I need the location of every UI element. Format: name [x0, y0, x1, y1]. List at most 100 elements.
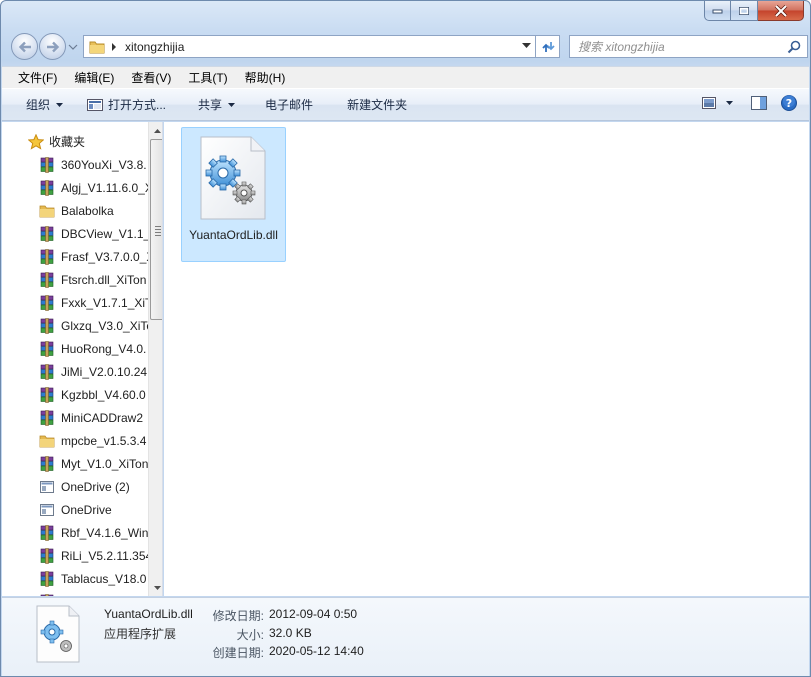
favorites-header[interactable]: 收藏夹	[28, 133, 85, 150]
forward-arrow-icon	[46, 41, 59, 52]
size-label: 大小:	[236, 628, 264, 642]
nav-item[interactable]: Glxzq_V3.0_XiTo	[39, 314, 149, 337]
menu-help[interactable]: 帮助(H)	[237, 69, 295, 86]
modified-value: 2012-09-04 0:50	[269, 607, 358, 621]
winrar-archive-icon	[39, 340, 55, 357]
nav-item[interactable]: OneDrive (2)	[39, 475, 149, 498]
winrar-archive-icon	[39, 271, 55, 288]
view-controls: ?	[688, 95, 797, 111]
preview-pane-button[interactable]	[751, 96, 767, 110]
menu-edit[interactable]: 编辑(E)	[66, 69, 123, 86]
scrollbar-grip	[155, 226, 161, 238]
organize-button[interactable]: 组织	[16, 93, 73, 117]
share-label: 共享	[198, 98, 223, 112]
nav-item-label: DBCView_V1.1_	[61, 226, 149, 241]
file-list[interactable]: YuantaOrdLib.dll	[164, 122, 809, 596]
nav-item[interactable]: Fxxk_V1.7.1_XiT	[39, 291, 149, 314]
winrar-archive-icon	[39, 248, 55, 265]
menu-bar: 文件(F) 编辑(E) 查看(V) 工具(T) 帮助(H)	[2, 66, 809, 88]
address-row: xitongzhijia	[9, 31, 808, 61]
nav-item-label: Ftsrch.dll_XiTon	[61, 272, 147, 287]
nav-item[interactable]: mpcbe_v1.5.3.4	[39, 429, 149, 452]
nav-item[interactable]: JiMi_V2.0.10.24	[39, 360, 149, 383]
winrar-archive-icon	[39, 524, 55, 541]
folder-icon	[89, 41, 105, 53]
refresh-button[interactable]	[536, 35, 560, 58]
nav-item[interactable]: Kgzbbl_V4.60.0	[39, 383, 149, 406]
close-button[interactable]	[758, 1, 804, 21]
shortcut-window-icon	[39, 479, 55, 495]
vertical-scrollbar[interactable]	[148, 122, 162, 596]
email-label: 电子邮件	[265, 98, 314, 112]
nav-item-label: 360YouXi_V3.8.	[61, 157, 147, 172]
open-with-icon	[87, 98, 104, 111]
nav-item[interactable]: Myt_V1.0_XiTon	[39, 452, 149, 475]
scroll-down-button[interactable]	[149, 579, 162, 596]
minimize-button[interactable]	[704, 1, 731, 21]
winrar-archive-icon	[39, 570, 55, 587]
refresh-icon	[541, 41, 555, 52]
details-file-name: YuantaOrdLib.dll	[104, 607, 193, 621]
nav-item[interactable]: DBCView_V1.1_	[39, 222, 149, 245]
star-icon	[28, 133, 44, 150]
address-dropdown-icon[interactable]	[522, 43, 531, 49]
nav-item-label: Glxzq_V3.0_XiTo	[61, 318, 149, 333]
new-folder-label: 新建文件夹	[347, 98, 408, 112]
nav-item[interactable]: MiniCADDraw2	[39, 406, 149, 429]
nav-item[interactable]: Rbf_V4.1.6_Win	[39, 521, 149, 544]
search-input[interactable]	[578, 39, 778, 54]
winrar-archive-icon	[39, 386, 55, 403]
nav-item[interactable]: RiLi_V5.2.11.354	[39, 544, 149, 567]
nav-item-label: Tablacus_V18.0	[61, 571, 147, 586]
search-icon[interactable]	[787, 40, 801, 54]
back-button[interactable]	[11, 33, 38, 60]
caption-buttons	[704, 1, 804, 21]
organize-label: 组织	[26, 98, 51, 112]
created-value: 2020-05-12 14:40	[269, 644, 364, 658]
winrar-archive-icon	[39, 363, 55, 380]
menu-tools[interactable]: 工具(T)	[180, 69, 236, 86]
new-folder-button[interactable]: 新建文件夹	[337, 93, 417, 117]
nav-item-label: Rbf_V4.1.6_Win	[61, 525, 149, 540]
nav-item-label: OneDrive (2)	[61, 479, 130, 494]
nav-item[interactable]: Frasf_V3.7.0.0_X	[39, 245, 149, 268]
search-box[interactable]	[569, 35, 808, 58]
size-value: 32.0 KB	[269, 626, 312, 640]
nav-item[interactable]: Balabolka	[39, 199, 149, 222]
maximize-button[interactable]	[731, 1, 758, 21]
svg-text:?: ?	[786, 97, 792, 110]
nav-item[interactable]: HuoRong_V4.0.	[39, 337, 149, 360]
email-button[interactable]: 电子邮件	[255, 93, 323, 117]
winrar-archive-icon	[39, 547, 55, 564]
nav-item[interactable]: Tablacus_V18.0	[39, 567, 149, 590]
nav-item-label: RiLi_V5.2.11.354	[61, 548, 149, 563]
open-with-button[interactable]: 打开方式...	[77, 93, 176, 117]
address-path[interactable]: xitongzhijia	[125, 40, 184, 54]
nav-item[interactable]: Ftsrch.dll_XiTon	[39, 268, 149, 291]
change-view-button[interactable]	[702, 97, 733, 109]
winrar-archive-icon	[39, 455, 55, 472]
menu-view[interactable]: 查看(V)	[123, 69, 180, 86]
address-bar[interactable]: xitongzhijia	[83, 35, 536, 58]
scroll-up-button[interactable]	[149, 122, 162, 139]
scrollbar-thumb[interactable]	[150, 139, 162, 320]
help-button[interactable]: ?	[781, 95, 797, 111]
menu-file[interactable]: 文件(F)	[10, 69, 66, 86]
breadcrumb-chevron-icon[interactable]	[111, 42, 117, 51]
nav-item[interactable]: Algj_V1.11.6.0_X	[39, 176, 149, 199]
chevron-down-icon[interactable]	[726, 101, 733, 105]
view-icon	[702, 97, 716, 109]
file-item[interactable]: YuantaOrdLib.dll	[181, 127, 286, 262]
back-arrow-icon	[18, 41, 31, 52]
nav-item[interactable]: 360YouXi_V3.8.	[39, 153, 149, 176]
dll-gear-file-icon	[200, 136, 266, 220]
share-button[interactable]: 共享	[188, 93, 245, 117]
nav-item[interactable]: TaskRun_V1.7.0	[39, 590, 149, 596]
nav-item-label: JiMi_V2.0.10.24	[61, 364, 148, 379]
dll-gear-file-icon	[36, 605, 80, 663]
forward-button[interactable]	[39, 33, 66, 60]
recent-pages-dropdown-icon[interactable]	[68, 43, 78, 51]
winrar-archive-icon	[39, 593, 55, 596]
file-name[interactable]: YuantaOrdLib.dll	[182, 227, 285, 244]
nav-item[interactable]: OneDrive	[39, 498, 149, 521]
